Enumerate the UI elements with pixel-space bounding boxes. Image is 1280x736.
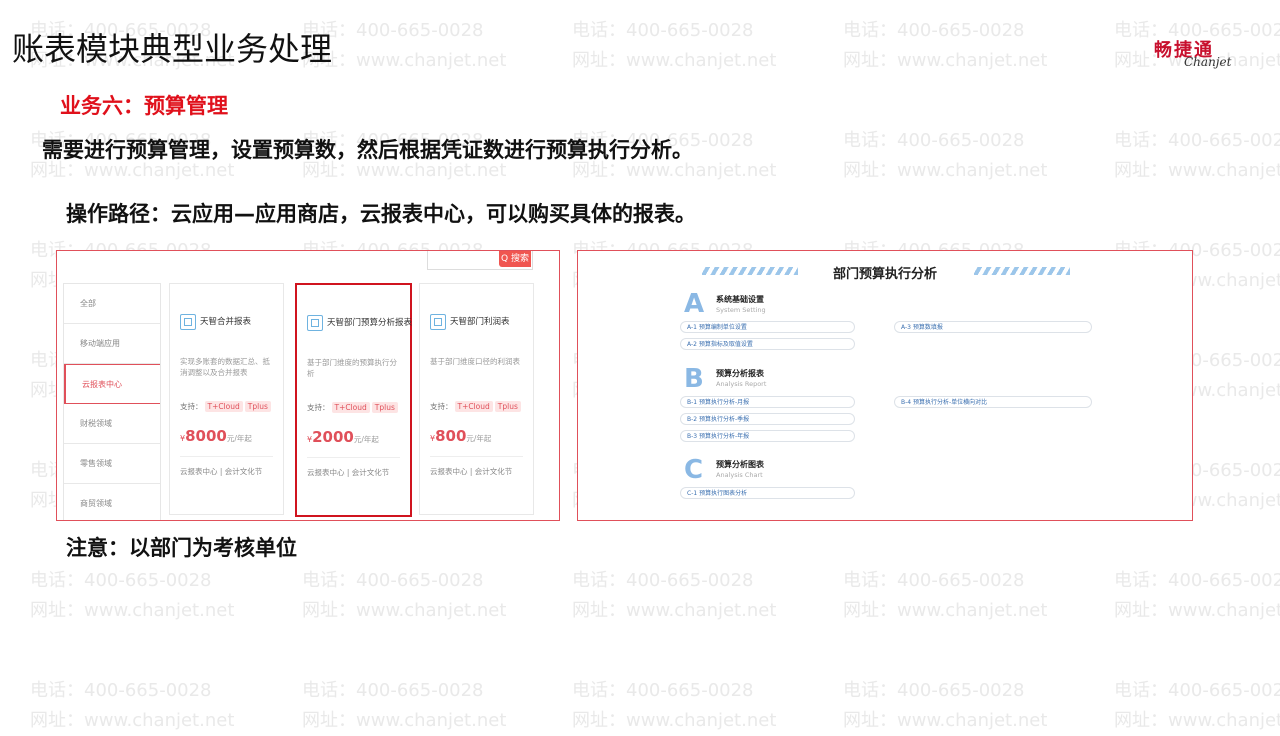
platform-tag: T+Cloud [204, 401, 243, 412]
analysis-item[interactable]: C-1 预算执行图表分析 [680, 487, 855, 499]
product-description: 基于部门维度口径的利润表 [430, 357, 520, 366]
platform-tag: Tplus [244, 401, 271, 412]
product-card[interactable]: 天智合并报表 实现多账套的数据汇总、抵消调整以及合并报表 支持： T+Cloud T… [169, 283, 284, 515]
watermark-text: 电话：400-665-0028网址：www.chanjet.net [843, 680, 1048, 731]
analysis-item[interactable]: B-4 预算执行分析-单位横向对比 [894, 396, 1092, 408]
product-support: 支持： T+Cloud Tplus [180, 401, 271, 412]
analysis-item[interactable]: B-3 预算执行分析-年报 [680, 430, 855, 442]
watermark-text: 电话：400-665-0028网址：www.chanjet.net [1114, 130, 1280, 181]
chanjet-logo: 畅捷通 Chanjet [1148, 36, 1248, 72]
section-subtitle: System Setting [716, 306, 766, 314]
watermark-text: 电话：400-665-0028网址：www.chanjet.net [1114, 680, 1280, 731]
platform-tag: Tplus [494, 401, 521, 412]
product-support: 支持： T+Cloud Tplus [430, 401, 521, 412]
analysis-item[interactable]: A-3 预算数填报 [894, 321, 1092, 333]
category-item[interactable]: 财税领域 [64, 404, 160, 444]
budget-analysis-screenshot: 部门预算执行分析 A 系统基础设置 System Setting A-1 预算编… [577, 250, 1193, 521]
product-price: ¥800元/年起 [430, 427, 492, 445]
section-letter: A [684, 289, 705, 319]
analysis-item[interactable]: A-2 预算指标及取值设置 [680, 338, 855, 350]
search-button[interactable]: Q 搜索 [499, 251, 531, 267]
product-footer: 云报表中心 | 会计文化节 [307, 468, 390, 477]
note-text: 注意：以部门为考核单位 [66, 536, 297, 560]
analysis-item[interactable]: B-2 预算执行分析-季报 [680, 413, 855, 425]
category-item-active[interactable]: 云报表中心 [64, 364, 160, 404]
watermark-text: 电话：400-665-0028网址：www.chanjet.net [843, 130, 1048, 181]
decorative-stripe [974, 267, 1070, 275]
analysis-item[interactable]: B-1 预算执行分析-月报 [680, 396, 855, 408]
watermark-text: 电话：400-665-0028网址：www.chanjet.net [302, 680, 507, 731]
analysis-title: 部门预算执行分析 [832, 267, 937, 282]
category-item[interactable]: 全部 [64, 284, 160, 324]
product-price: ¥2000元/年起 [307, 428, 379, 446]
divider [180, 456, 273, 457]
product-footer: 云报表中心 | 会计文化节 [430, 467, 513, 476]
product-description: 实现多账套的数据汇总、抵消调整以及合并报表 [180, 357, 270, 377]
section-subtitle: Analysis Report [716, 380, 767, 388]
platform-tag: Tplus [371, 402, 398, 413]
app-store-screenshot: Q 搜索 全部 移动端应用 云报表中心 财税领域 零售领域 商贸领域 天智合并报… [56, 250, 560, 521]
report-icon [180, 314, 196, 330]
category-item[interactable]: 零售领域 [64, 444, 160, 484]
report-icon [307, 315, 323, 331]
watermark-text: 电话：400-665-0028网址：www.chanjet.net [30, 570, 235, 621]
watermark-text: 电话：400-665-0028网址：www.chanjet.net [572, 570, 777, 621]
section-subtitle: 业务六：预算管理 [60, 94, 228, 118]
category-item[interactable]: 商贸领域 [64, 484, 160, 520]
watermark-text: 电话：400-665-0028网址：www.chanjet.net [30, 680, 235, 731]
analysis-item[interactable]: A-1 预算编制单位设置 [680, 321, 855, 333]
watermark-text: 电话：400-665-0028网址：www.chanjet.net [302, 20, 507, 71]
category-list: 全部 移动端应用 云报表中心 财税领域 零售领域 商贸领域 [63, 283, 161, 520]
logo-text-en: Chanjet [1184, 55, 1232, 69]
product-support: 支持： T+Cloud Tplus [307, 402, 398, 413]
section-letter: B [684, 364, 704, 394]
product-title: 天智合并报表 [200, 317, 252, 327]
product-title: 天智部门利润表 [450, 317, 510, 327]
watermark-text: 电话：400-665-0028网址：www.chanjet.net [1114, 570, 1280, 621]
product-card[interactable]: 天智部门利润表 基于部门维度口径的利润表 支持： T+Cloud Tplus ¥80… [419, 283, 534, 515]
description-text: 需要进行预算管理，设置预算数，然后根据凭证数进行预算执行分析。 [42, 138, 693, 162]
page-title: 账表模块典型业务处理 [12, 30, 333, 68]
divider [430, 456, 523, 457]
watermark-text: 电话：400-665-0028网址：www.chanjet.net [843, 570, 1048, 621]
watermark-text: 电话：400-665-0028网址：www.chanjet.net [302, 570, 507, 621]
section-letter: C [684, 455, 704, 485]
product-description: 基于部门维度的预算执行分析 [307, 358, 397, 378]
operation-path-text: 操作路径：云应用—应用商店，云报表中心，可以购买具体的报表。 [66, 202, 696, 226]
product-card-highlighted[interactable]: 天智部门预算分析报表 基于部门维度的预算执行分析 支持： T+Cloud Tplus… [295, 283, 412, 517]
watermark-text: 电话：400-665-0028网址：www.chanjet.net [572, 680, 777, 731]
report-icon [430, 314, 446, 330]
product-footer: 云报表中心 | 会计文化节 [180, 467, 263, 476]
category-item[interactable]: 移动端应用 [64, 324, 160, 364]
section-title: 预算分析图表 [716, 460, 764, 469]
platform-tag: T+Cloud [331, 402, 370, 413]
watermark-text: 电话：400-665-0028网址：www.chanjet.net [843, 20, 1048, 71]
section-subtitle: Analysis Chart [716, 471, 763, 479]
product-price: ¥8000元/年起 [180, 427, 252, 445]
watermark-text: 电话：400-665-0028网址：www.chanjet.net [572, 20, 777, 71]
section-title: 预算分析报表 [716, 369, 764, 378]
platform-tag: T+Cloud [454, 401, 493, 412]
product-title: 天智部门预算分析报表 [327, 318, 413, 328]
section-title: 系统基础设置 [716, 295, 764, 304]
divider [307, 457, 400, 458]
